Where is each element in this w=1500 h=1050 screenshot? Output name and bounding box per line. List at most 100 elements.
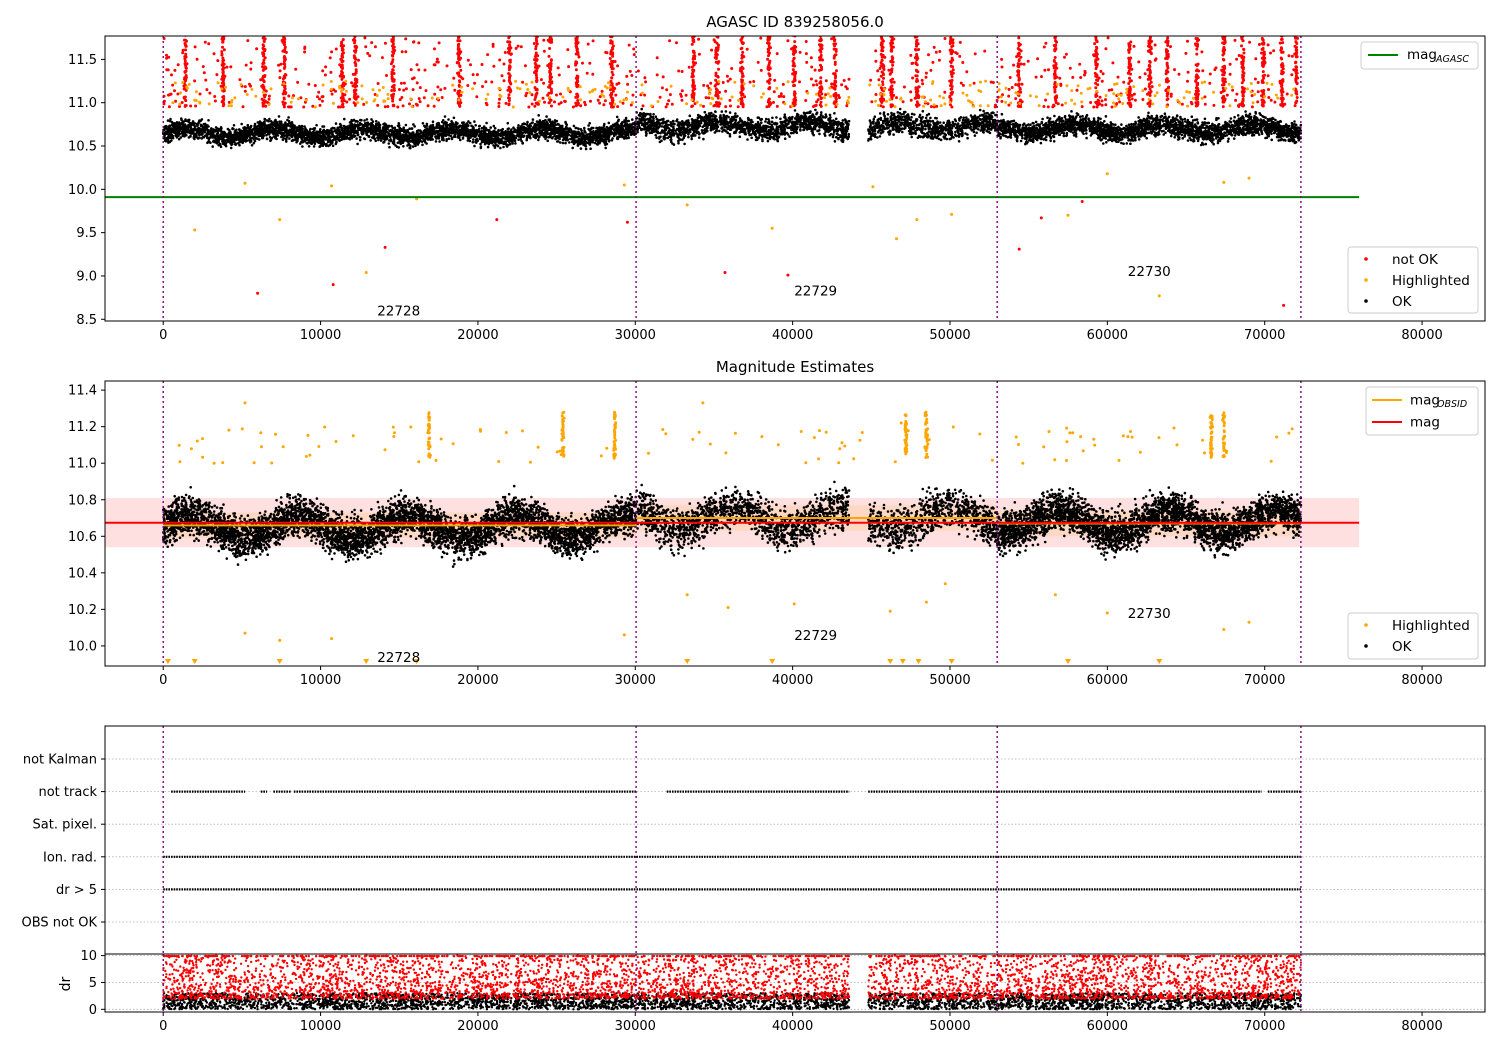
- x-tick-label: 10000: [300, 328, 341, 343]
- clipped-marker: [1065, 659, 1072, 664]
- panel-2-title: Magnitude Estimates: [716, 358, 874, 376]
- obsid-annotation: 22728: [377, 650, 420, 666]
- y-tick-label: 8.5: [76, 313, 97, 328]
- clipped-marker: [363, 659, 370, 664]
- y-tick-label: 10.5: [68, 140, 97, 155]
- x-tick-label: 10000: [300, 673, 341, 688]
- obsid-annotation: 22730: [1128, 264, 1171, 280]
- y-tick-label: 11.0: [68, 457, 97, 472]
- y-tick-label: 10.8: [68, 493, 97, 508]
- panel-magnitude-estimates: Magnitude Estimates 22728 22729 22730 0 100…: [68, 358, 1486, 688]
- legend-swatch-point: [1364, 623, 1368, 627]
- clipped-marker: [899, 659, 906, 664]
- x-tick-label: 70000: [1244, 1019, 1285, 1034]
- y-tick-label: 0: [89, 1003, 97, 1018]
- ok-points: [161, 107, 1303, 151]
- x-tick-label: 60000: [1087, 328, 1128, 343]
- flag-row-label: not track: [38, 785, 97, 800]
- flag-row-label: Ion. rad.: [43, 850, 97, 865]
- legend-label: mag: [1410, 393, 1440, 409]
- x-tick-label: 80000: [1401, 673, 1442, 688]
- clipped-marker: [948, 659, 955, 664]
- x-tick-label: 50000: [929, 328, 970, 343]
- y-tick-label: 9.0: [76, 269, 97, 284]
- clipped-marker: [191, 659, 198, 664]
- y-tick-label: 10.2: [68, 603, 97, 618]
- clipped-marker: [915, 659, 922, 664]
- x-tick-label: 50000: [929, 1019, 970, 1034]
- panel-1-title: AGASC ID 839258056.0: [706, 13, 884, 31]
- legend-label: mag: [1410, 415, 1440, 431]
- panel-1-plot-area: 22728 22729 22730: [105, 36, 1360, 321]
- x-tick-label: 20000: [457, 328, 498, 343]
- clipped-marker: [164, 659, 171, 664]
- panel-3-frame: [104, 725, 1486, 955]
- panel-4-y-label: dr: [58, 976, 74, 991]
- y-tick-label: 9.5: [76, 226, 97, 241]
- y-tick-label: 10: [80, 949, 97, 964]
- obsid-annotation: 22729: [794, 284, 837, 300]
- panel-dr: 0 10000 20000 30000 40000 50000 60000 70000 8000…: [58, 949, 1486, 1034]
- clipped-marker: [684, 659, 691, 664]
- x-tick-label: 70000: [1244, 328, 1285, 343]
- flag-row-label: OBS not OK: [22, 916, 98, 931]
- legend-label-subscript: OBSID: [1437, 399, 1467, 410]
- flag-row-label: dr > 5: [56, 883, 97, 898]
- flag-row-label: not Kalman: [23, 753, 97, 768]
- panel-1-legend-top: mag AGASC: [1360, 41, 1479, 70]
- x-tick-label: 50000: [929, 673, 970, 688]
- y-tick-label: 10.6: [68, 530, 97, 545]
- highlighted-points: [171, 79, 1296, 298]
- obsid-annotation: 22728: [377, 304, 420, 320]
- legend-label: Highlighted: [1392, 618, 1470, 634]
- clipped-marker: [887, 659, 894, 664]
- x-tick-label: 30000: [615, 673, 656, 688]
- legend-swatch-point: [1364, 278, 1368, 282]
- x-tick-label: 0: [159, 1019, 167, 1034]
- panel-4-plot-area: [105, 954, 1485, 1012]
- panel-flags: not Kalman not track Sat. pixel. Ion. rad. d…: [22, 725, 1486, 955]
- x-tick-label: 30000: [615, 1019, 656, 1034]
- y-tick-label: 11.2: [68, 420, 97, 435]
- x-tick-label: 40000: [772, 673, 813, 688]
- obsid-annotation: 22729: [794, 628, 837, 644]
- legend-label: not OK: [1392, 252, 1439, 268]
- panel-2-plot-area: 22728 22729 22730: [105, 381, 1360, 666]
- x-tick-label: 10000: [300, 1019, 341, 1034]
- panel-1-legend-bottom: not OK Highlighted OK: [1347, 246, 1479, 314]
- flag-row-label: Sat. pixel.: [33, 818, 97, 833]
- clipped-marker: [276, 659, 283, 664]
- x-tick-label: 70000: [1244, 673, 1285, 688]
- x-tick-label: 60000: [1087, 1019, 1128, 1034]
- y-tick-label: 5: [89, 976, 97, 991]
- panel-2-legend-bottom: Highlighted OK: [1347, 612, 1479, 660]
- legend-label: OK: [1392, 294, 1413, 310]
- panel-3-axes: not Kalman not track Sat. pixel. Ion. rad. d…: [22, 753, 105, 931]
- x-tick-label: 60000: [1087, 673, 1128, 688]
- legend-swatch-point: [1364, 257, 1368, 261]
- y-tick-label: 10.0: [68, 183, 97, 198]
- panel-agasc-magnitude: AGASC ID 839258056.0 22728 22729 22730 0 10…: [68, 13, 1486, 343]
- y-tick-label: 11.4: [68, 384, 97, 399]
- x-tick-label: 80000: [1401, 328, 1442, 343]
- legend-label: Highlighted: [1392, 273, 1470, 289]
- x-tick-label: 20000: [457, 1019, 498, 1034]
- y-tick-label: 10.0: [68, 639, 97, 654]
- y-tick-label: 10.4: [68, 566, 97, 581]
- x-tick-label: 40000: [772, 1019, 813, 1034]
- x-tick-label: 0: [159, 673, 167, 688]
- x-tick-label: 20000: [457, 673, 498, 688]
- legend-label: OK: [1392, 639, 1413, 655]
- y-tick-label: 11.0: [68, 96, 97, 111]
- x-tick-label: 80000: [1401, 1019, 1442, 1034]
- x-tick-label: 30000: [615, 328, 656, 343]
- clipped-marker: [769, 659, 776, 664]
- legend-label-subscript: AGASC: [1435, 54, 1469, 65]
- panel-2-legend-top: magOBSIDmag: [1365, 386, 1479, 436]
- x-tick-label: 40000: [772, 328, 813, 343]
- clipped-marker: [1156, 659, 1163, 664]
- legend-swatch-point: [1364, 299, 1368, 303]
- x-tick-label: 0: [159, 328, 167, 343]
- legend-swatch-point: [1364, 644, 1368, 648]
- legend-label: mag: [1407, 47, 1437, 63]
